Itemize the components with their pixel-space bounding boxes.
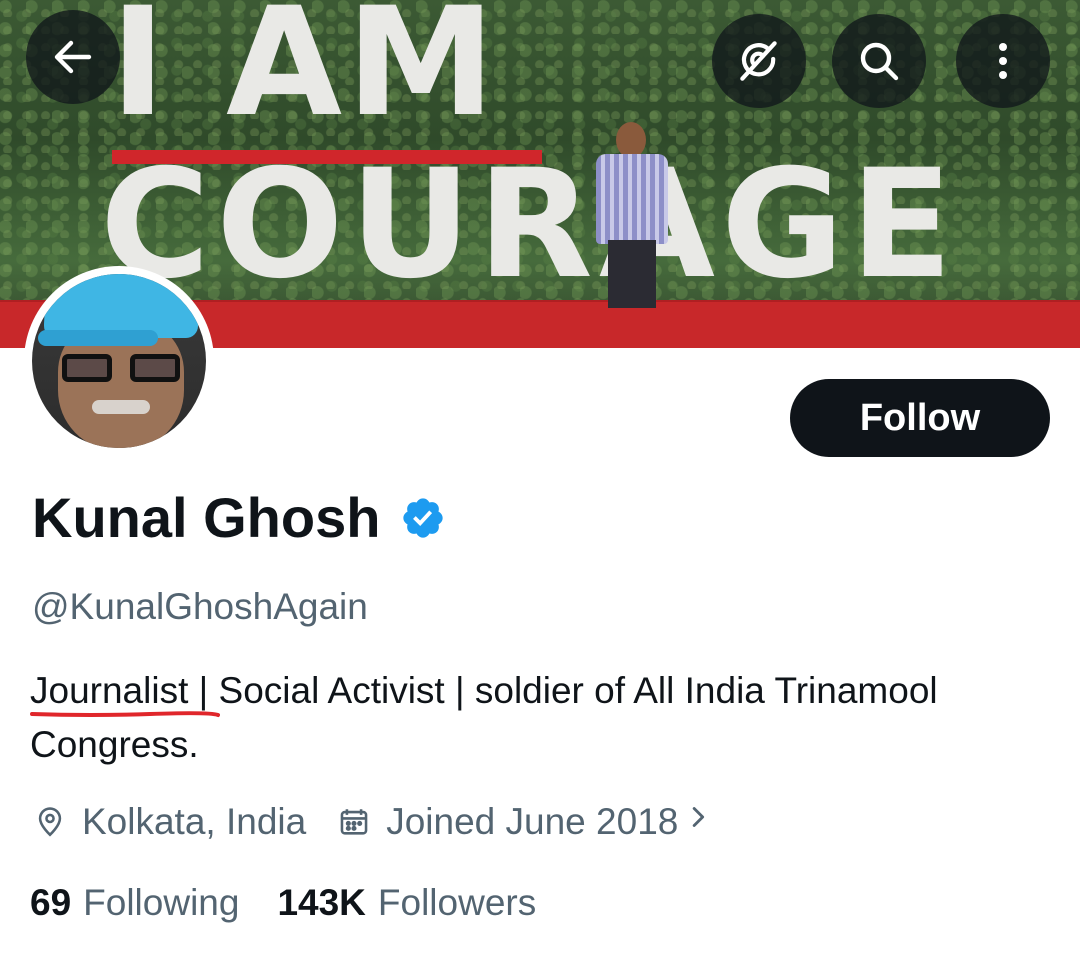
banner-person bbox=[584, 122, 680, 308]
followers-link[interactable]: 143K Followers bbox=[277, 882, 536, 924]
avatar[interactable] bbox=[24, 266, 214, 456]
following-count: 69 bbox=[30, 882, 72, 923]
search-icon bbox=[860, 42, 899, 81]
location-text: Kolkata, India bbox=[82, 800, 307, 842]
follow-button[interactable]: Follow bbox=[790, 379, 1050, 457]
profile-stats-row: 69 Following 143K Followers bbox=[30, 882, 574, 924]
avatar-image bbox=[32, 274, 206, 448]
verified-badge-icon[interactable] bbox=[400, 495, 446, 541]
grok-button[interactable] bbox=[712, 14, 806, 108]
bio-red-underline-annotation bbox=[30, 711, 220, 717]
back-button[interactable] bbox=[26, 10, 120, 104]
joined-text: Joined June 2018 bbox=[386, 800, 679, 842]
arrow-left-icon bbox=[54, 40, 92, 74]
name-row: Kunal Ghosh bbox=[32, 490, 446, 546]
grok-icon bbox=[740, 41, 777, 81]
banner-sign-line1: I AM bbox=[110, 0, 500, 150]
joined-item[interactable]: Joined June 2018 bbox=[334, 800, 714, 843]
search-button[interactable] bbox=[832, 14, 926, 108]
following-label: Following bbox=[83, 882, 240, 923]
location-item: Kolkata, India bbox=[30, 801, 306, 843]
more-options-button[interactable] bbox=[956, 14, 1050, 108]
followers-count: 143K bbox=[277, 882, 366, 923]
profile-meta-row: Kolkata, India Joined June 2018 bbox=[30, 800, 742, 843]
followers-label: Followers bbox=[377, 882, 537, 923]
chevron-right-icon bbox=[680, 800, 714, 843]
profile-bio: Journalist | Social Activist | soldier o… bbox=[30, 670, 938, 765]
more-vertical-icon bbox=[999, 43, 1007, 79]
banner-sign-line2: COURAGE bbox=[100, 138, 959, 312]
calendar-icon bbox=[334, 802, 374, 842]
display-name: Kunal Ghosh bbox=[32, 486, 381, 549]
profile-handle: @KunalGhoshAgain bbox=[32, 586, 368, 627]
following-link[interactable]: 69 Following bbox=[30, 882, 239, 924]
location-pin-icon bbox=[30, 802, 70, 842]
